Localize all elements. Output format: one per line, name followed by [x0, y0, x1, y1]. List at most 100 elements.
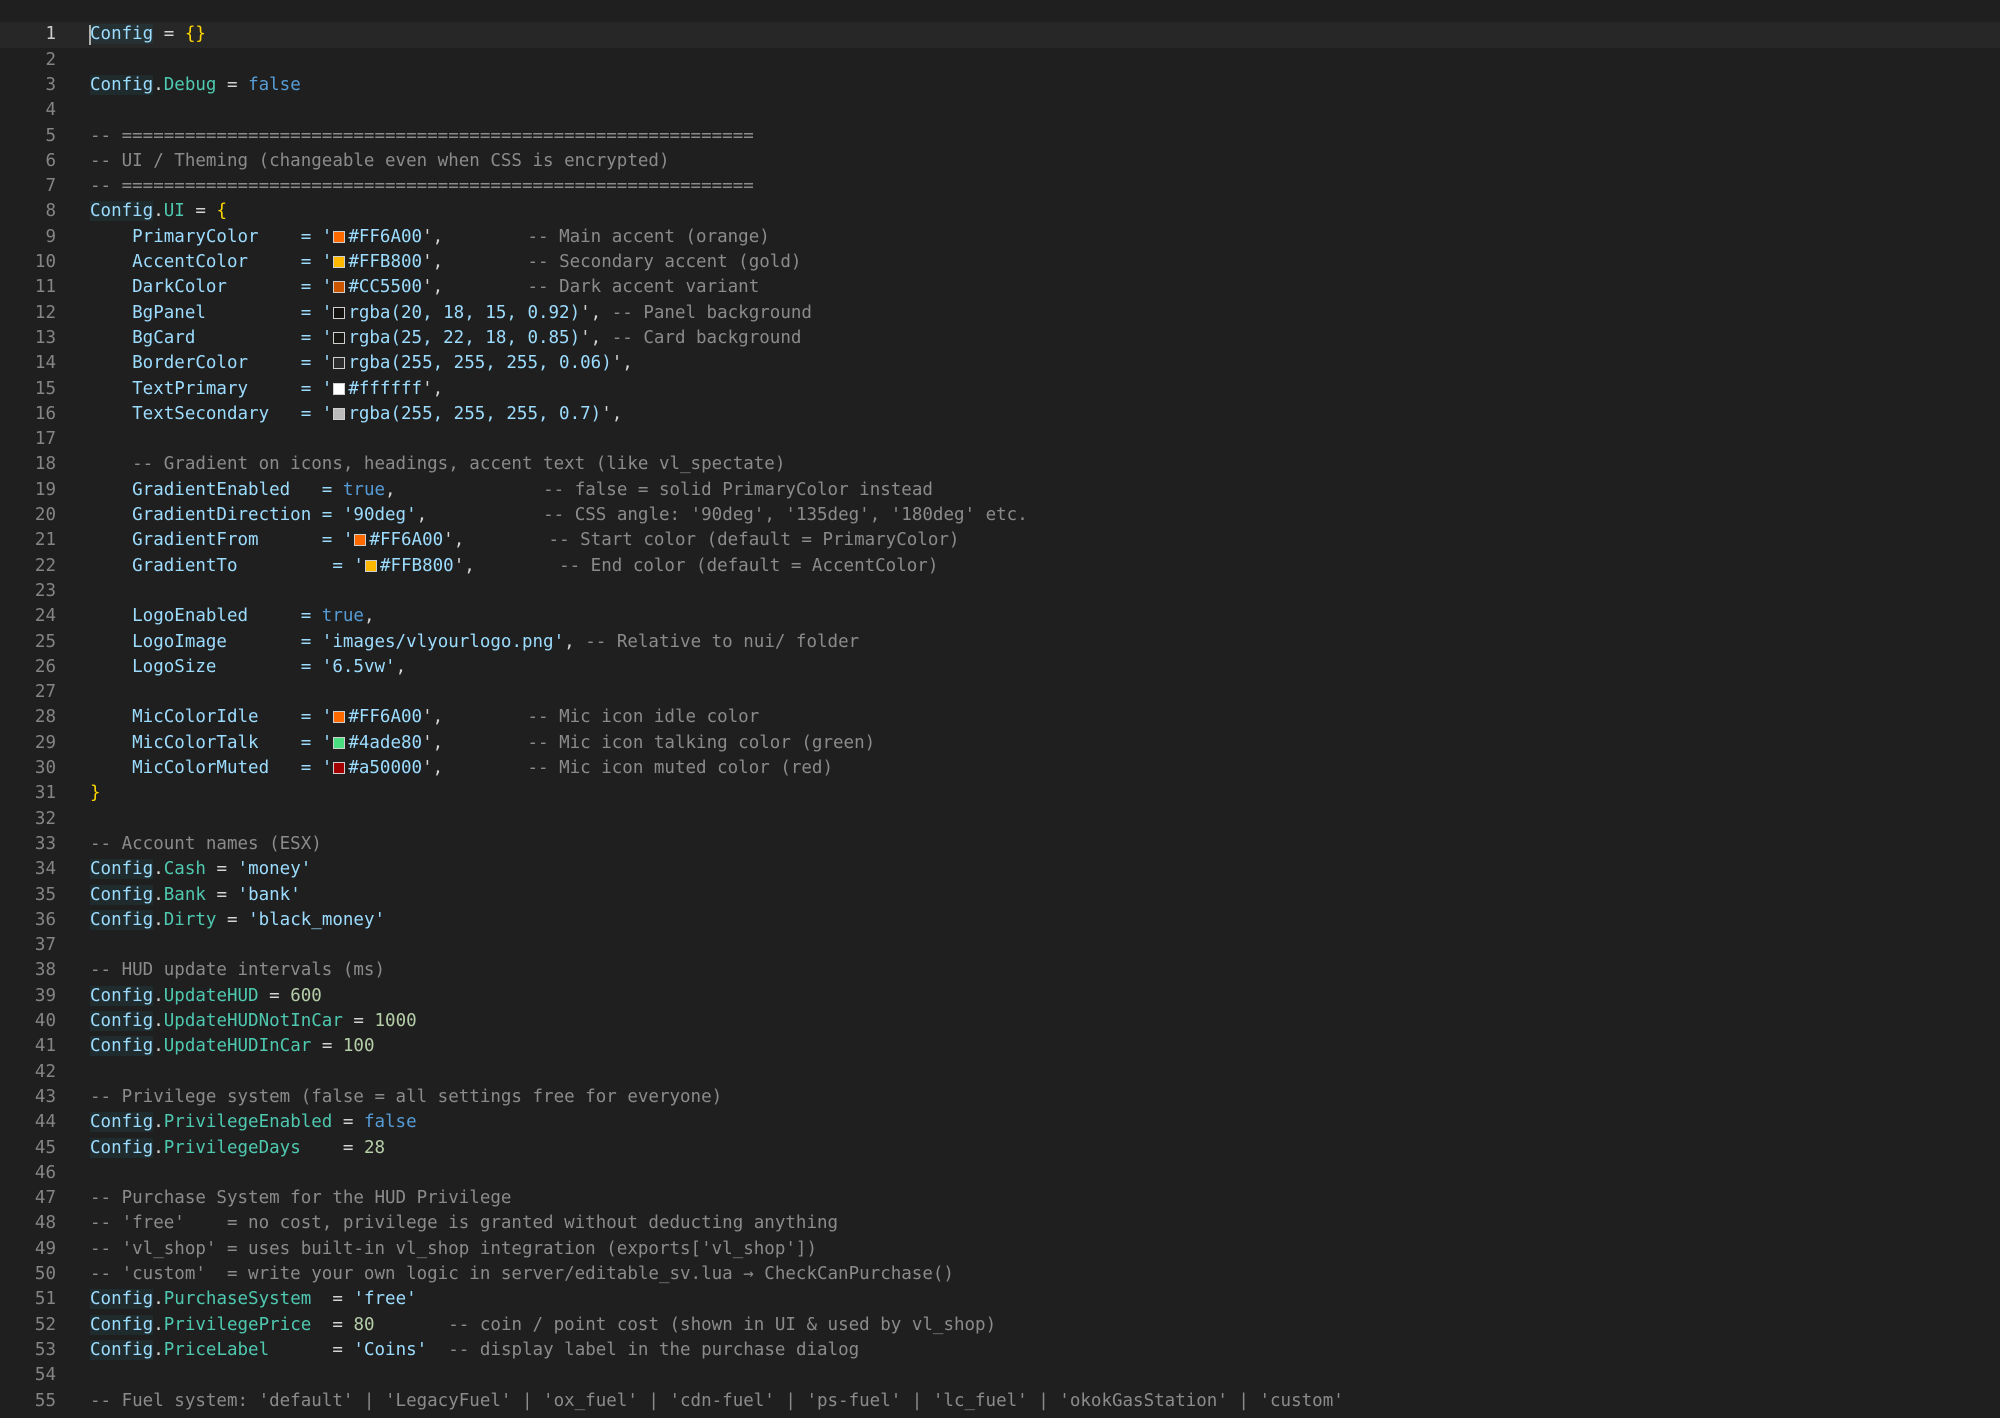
code-line[interactable]: 33 -- Account names (ESX) — [0, 832, 2000, 857]
code-line[interactable]: 37 — [0, 933, 2000, 958]
color-swatch[interactable] — [333, 306, 346, 319]
code-text: GradientDirection = '90deg', -- CSS angl… — [90, 503, 1028, 528]
code-token: 'Coins' — [353, 1339, 428, 1360]
code-line[interactable]: 54 — [0, 1363, 2000, 1388]
code-line[interactable]: 14 BorderColor = ' rgba(255, 255, 255, 0.… — [0, 351, 2000, 376]
code-line[interactable]: 27 — [0, 680, 2000, 705]
code-line[interactable]: 38 -- HUD update intervals (ms) — [0, 958, 2000, 983]
code-line[interactable]: 9 PrimaryColor = ' #FF6A00', -- Main acce… — [0, 225, 2000, 250]
code-line[interactable]: 11 DarkColor = ' #CC5500', -- Dark accent… — [0, 275, 2000, 300]
code-line[interactable]: 35 Config.Bank = 'bank' — [0, 883, 2000, 908]
code-line[interactable]: 2 — [0, 48, 2000, 73]
code-text: BgCard = ' rgba(25, 22, 18, 0.85)', -- Ca… — [90, 326, 801, 351]
code-line[interactable]: 12 BgPanel = ' rgba(20, 18, 15, 0.92)', -… — [0, 301, 2000, 326]
code-line[interactable]: 20 GradientDirection = '90deg', -- CSS a… — [0, 503, 2000, 528]
code-line[interactable]: 31} — [0, 781, 2000, 806]
code-line[interactable]: 51 Config.PurchaseSystem = 'free' — [0, 1287, 2000, 1312]
code-token: -- Gradient on icons, headings, accent t… — [90, 454, 786, 475]
code-line[interactable]: 8 Config.UI = { — [0, 199, 2000, 224]
code-line[interactable]: 18 -- Gradient on icons, headings, accen… — [0, 452, 2000, 477]
code-token: . — [153, 1339, 164, 1360]
color-swatch[interactable] — [333, 762, 346, 775]
code-token: , — [416, 505, 428, 526]
code-line[interactable]: 28 MicColorIdle = ' #FF6A00', -- Mic icon… — [0, 705, 2000, 730]
code-text: DarkColor = ' #CC5500', -- Dark accent va… — [90, 275, 759, 300]
code-token: -- 'custom' = write your own logic in se… — [90, 1264, 954, 1285]
code-line[interactable]: 16 TextSecondary = ' rgba(255, 255, 255, … — [0, 402, 2000, 427]
code-line[interactable]: 30 MicColorMuted = ' #a50000', -- Mic ico… — [0, 756, 2000, 781]
code-line[interactable]: 29 MicColorTalk = ' #4ade80', -- Mic icon… — [0, 731, 2000, 756]
code-token: Config — [90, 201, 154, 222]
color-swatch[interactable] — [333, 382, 346, 395]
code-line[interactable]: 39 Config.UpdateHUD = 600 — [0, 984, 2000, 1009]
code-line[interactable]: 40 Config.UpdateHUDNotInCar = 1000 — [0, 1009, 2000, 1034]
code-line[interactable]: 21 GradientFrom = ' #FF6A00', -- Start co… — [0, 528, 2000, 553]
code-line[interactable]: 17 — [0, 427, 2000, 452]
code-line[interactable]: 5 -- ====================================… — [0, 124, 2000, 149]
code-line[interactable]: 25 LogoImage = 'images/vlyourlogo.png', … — [0, 630, 2000, 655]
line-number: 48 — [34, 1213, 56, 1234]
code-line[interactable]: 3 Config.Debug = false — [0, 73, 2000, 98]
code-line[interactable]: 23 — [0, 579, 2000, 604]
code-token: ', — [422, 226, 444, 247]
line-number: 44 — [34, 1112, 56, 1133]
color-swatch[interactable] — [333, 230, 346, 243]
color-swatch[interactable] — [364, 559, 377, 572]
color-swatch[interactable] — [333, 331, 346, 344]
code-token: BgPanel = ' — [90, 302, 333, 323]
code-line[interactable]: 6 -- UI / Theming (changeable even when C… — [0, 149, 2000, 174]
code-token: -- Start color (default = PrimaryColor) — [464, 530, 960, 551]
color-swatch[interactable] — [333, 281, 346, 294]
code-line[interactable]: 15 TextPrimary = ' #ffffff', — [0, 377, 2000, 402]
code-line[interactable]: 50 -- 'custom' = write your own logic in … — [0, 1262, 2000, 1287]
code-line[interactable]: 4 — [0, 98, 2000, 123]
line-number: 37 — [34, 935, 56, 956]
code-line[interactable]: 34 Config.Cash = 'money' — [0, 857, 2000, 882]
color-swatch[interactable] — [333, 256, 346, 269]
code-token: = — [205, 884, 238, 905]
code-token: -- Panel background — [601, 302, 812, 323]
code-token: -- 'vl_shop' = uses built-in vl_shop int… — [90, 1238, 817, 1259]
code-line[interactable]: 36 Config.Dirty = 'black_money' — [0, 908, 2000, 933]
code-editor[interactable]: 1 Config = {} 2 3 Config.Debug = false 4 5 -- =… — [0, 0, 2000, 1418]
line-number: 6 — [45, 150, 56, 171]
color-swatch[interactable] — [354, 534, 367, 547]
code-line[interactable]: 47 -- Purchase System for the HUD Privile… — [0, 1186, 2000, 1211]
code-line[interactable]: 7 -- ====================================… — [0, 174, 2000, 199]
code-text: LogoSize = '6.5vw', — [90, 655, 406, 680]
code-line[interactable]: 46 — [0, 1161, 2000, 1186]
code-line[interactable]: 22 GradientTo = ' #FFB800', -- End color … — [0, 554, 2000, 579]
color-swatch[interactable] — [333, 711, 346, 724]
code-line[interactable]: 44 Config.PrivilegeEnabled = false — [0, 1110, 2000, 1135]
code-token: Config — [90, 909, 154, 930]
code-token: GradientEnabled = — [90, 479, 343, 500]
code-line[interactable]: 41 Config.UpdateHUDInCar = 100 — [0, 1034, 2000, 1059]
color-swatch[interactable] — [333, 736, 346, 749]
line-number: 5 — [45, 125, 56, 146]
code-line[interactable]: 10 AccentColor = ' #FFB800', -- Secondary… — [0, 250, 2000, 275]
code-line[interactable]: 13 BgCard = ' rgba(25, 22, 18, 0.85)', --… — [0, 326, 2000, 351]
code-line[interactable]: 53 Config.PriceLabel = 'Coins' -- display… — [0, 1338, 2000, 1363]
code-token: 28 — [363, 1137, 386, 1158]
code-line[interactable]: 26 LogoSize = '6.5vw', — [0, 655, 2000, 680]
code-line[interactable]: 43 -- Privilege system (false = all setti… — [0, 1085, 2000, 1110]
code-token: AccentColor = ' — [90, 252, 333, 273]
color-swatch[interactable] — [333, 407, 346, 420]
code-line[interactable]: 55 -- Fuel system: 'default' | 'LegacyFue… — [0, 1389, 2000, 1414]
code-line[interactable]: 45 Config.PrivilegeDays = 28 — [0, 1136, 2000, 1161]
line-number: 51 — [34, 1289, 56, 1310]
code-token: 1000 — [374, 1011, 417, 1032]
code-line[interactable]: 19 GradientEnabled = true, -- false = so… — [0, 478, 2000, 503]
code-line[interactable]: 52 Config.PrivilegePrice = 80 -- coin / p… — [0, 1313, 2000, 1338]
code-line[interactable]: 48 -- 'free' = no cost, privilege is gran… — [0, 1211, 2000, 1236]
code-line[interactable]: 1 Config = {} — [0, 22, 2000, 48]
color-swatch[interactable] — [333, 357, 346, 370]
code-text: -- UI / Theming (changeable even when CS… — [90, 149, 669, 174]
code-token: #a50000 — [348, 758, 423, 779]
code-token: = — [205, 859, 238, 880]
code-line[interactable]: 49 -- 'vl_shop' = uses built-in vl_shop i… — [0, 1237, 2000, 1262]
code-line[interactable]: 24 LogoEnabled = true, — [0, 604, 2000, 629]
code-line[interactable]: 32 — [0, 807, 2000, 832]
code-line[interactable]: 42 — [0, 1060, 2000, 1085]
line-number: 29 — [34, 732, 56, 753]
